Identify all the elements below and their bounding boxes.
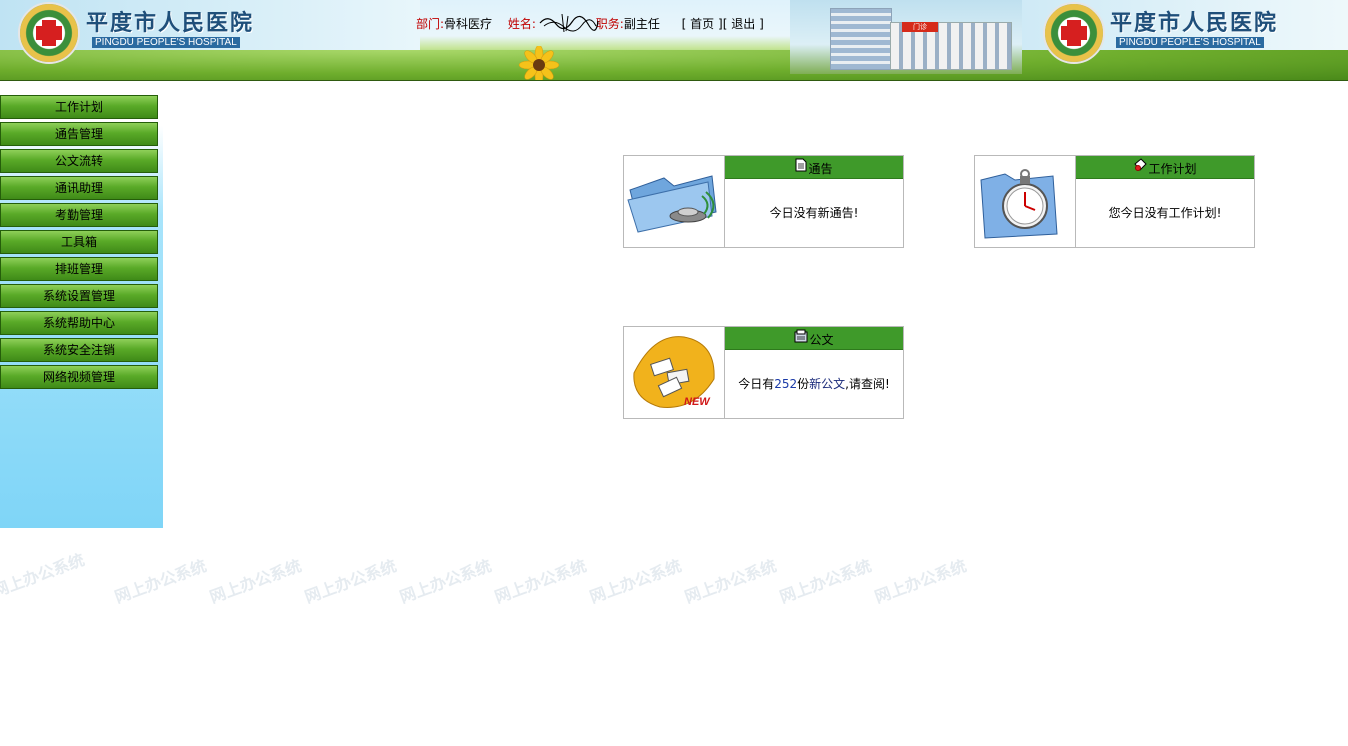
- hospital-name-cn: 平度市人民医院: [86, 10, 255, 36]
- sunflower-icon: [518, 46, 560, 80]
- sidebar: 工作计划 通告管理 公文流转 通讯助理 考勤管理 工具箱 排班管理 系统设置管理…: [0, 81, 163, 528]
- home-link[interactable]: 首页: [690, 17, 714, 31]
- document-msg-prefix: 今日有: [738, 377, 775, 391]
- document-card-image: NEW: [624, 327, 725, 418]
- nav-close-bracket: ]: [759, 17, 764, 31]
- stopwatch-folder-icon: [980, 169, 1058, 239]
- work-plan-card: 工作计划 您今日没有工作计划!: [974, 155, 1255, 248]
- document-card-message: 今日有252份新公文,请查阅!: [725, 350, 903, 418]
- dept-value: 骨科医疗: [444, 17, 493, 31]
- menu-item-system-settings[interactable]: 系统设置管理: [0, 284, 158, 308]
- watermark-text: 网上办公系统: [207, 556, 304, 604]
- menu-item-communication-assistant[interactable]: 通讯助理: [0, 176, 158, 200]
- new-badge: NEW: [684, 396, 711, 408]
- document-card: NEW 公文 今日有252份新公文,请查阅!: [623, 326, 904, 419]
- watermark-text: 网上办公系统: [777, 556, 874, 604]
- watermark-text: 网上办公系统: [0, 550, 87, 601]
- dept-label: 部门:: [416, 17, 445, 31]
- menu-item-video-management[interactable]: 网络视频管理: [0, 365, 158, 389]
- menu-item-document-flow[interactable]: 公文流转: [0, 149, 158, 173]
- document-icon: [795, 158, 807, 172]
- new-document-link[interactable]: 新公文: [809, 377, 845, 391]
- menu-item-attendance[interactable]: 考勤管理: [0, 203, 158, 227]
- work-plan-card-header[interactable]: 工作计划: [1076, 156, 1254, 179]
- hospital-building-image: 门诊: [790, 0, 1022, 74]
- hospital-logo-right-icon: [1043, 2, 1105, 64]
- hospital-logo-icon: [18, 2, 80, 64]
- watermark-text: 网上办公系统: [872, 556, 969, 604]
- new-leaf-documents-icon: NEW: [633, 336, 715, 408]
- menu-item-scheduling[interactable]: 排班管理: [0, 257, 158, 281]
- notice-card-header[interactable]: 通告: [725, 156, 903, 179]
- position-value: 副主任: [623, 17, 660, 31]
- watermark-text: 网上办公系统: [587, 556, 684, 604]
- watermark-text: 网上办公系统: [397, 556, 494, 604]
- notice-card-image: [624, 156, 725, 247]
- document-msg-mid: 份: [797, 377, 810, 391]
- hospital-name-en: PINGDU PEOPLE'S HOSPITAL: [92, 37, 240, 48]
- watermark-text: 网上办公系统: [112, 556, 209, 604]
- menu-item-notice-management[interactable]: 通告管理: [0, 122, 158, 146]
- work-plan-card-title: 工作计划: [1148, 162, 1197, 176]
- header-banner: 平度市人民医院 PINGDU PEOPLE'S HOSPITAL 部门:骨科医疗…: [0, 0, 1348, 81]
- watermark-strip: 网上办公系统 网上办公系统 网上办公系统 网上办公系统 网上办公系统 网上办公系…: [0, 528, 980, 604]
- document-card-title: 公文: [809, 333, 834, 347]
- work-plan-card-message: 您今日没有工作计划!: [1108, 206, 1222, 220]
- banner-grass: [0, 50, 1348, 80]
- building-sign: 门诊: [902, 22, 938, 32]
- nav-separator: ][: [718, 17, 728, 31]
- name-label: 姓名:: [507, 17, 536, 31]
- notice-card-title: 通告: [808, 162, 833, 176]
- watermark-text: 网上办公系统: [682, 556, 779, 604]
- nav-open-bracket: [: [681, 17, 687, 31]
- hospital-name-en-right: PINGDU PEOPLE'S HOSPITAL: [1116, 37, 1264, 48]
- document-count: 252: [774, 377, 798, 391]
- file-cabinet-icon: [794, 329, 808, 343]
- menu-item-logout-security[interactable]: 系统安全注销: [0, 338, 158, 362]
- redaction-scribble-icon: [539, 13, 599, 33]
- sidebar-menu: 工作计划 通告管理 公文流转 通讯助理 考勤管理 工具箱 排班管理 系统设置管理…: [0, 95, 158, 392]
- logout-link[interactable]: 退出: [731, 17, 755, 31]
- menu-item-toolbox[interactable]: 工具箱: [0, 230, 158, 254]
- note-pencil-icon: [1134, 158, 1148, 171]
- document-card-header[interactable]: 公文: [725, 327, 903, 350]
- watermark-text: 网上办公系统: [492, 556, 589, 604]
- hospital-name-cn-right: 平度市人民医院: [1110, 10, 1279, 36]
- folder-speaker-icon: [627, 175, 717, 233]
- work-plan-card-image: [975, 156, 1076, 247]
- menu-item-work-plan[interactable]: 工作计划: [0, 95, 158, 119]
- menu-item-help-center[interactable]: 系统帮助中心: [0, 311, 158, 335]
- notice-card-message: 今日没有新通告!: [769, 206, 859, 220]
- watermark-text: 网上办公系统: [302, 556, 399, 604]
- document-msg-suffix: ,请查阅!: [845, 377, 890, 391]
- notice-card: 通告 今日没有新通告!: [623, 155, 904, 248]
